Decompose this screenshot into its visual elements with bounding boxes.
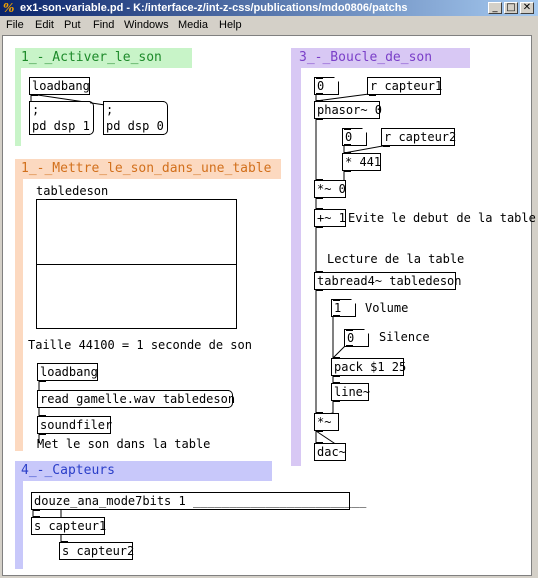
dsp-on-message[interactable]: ; pd dsp 1 (29, 101, 94, 135)
tabread4-object[interactable]: tabread4~ tabledeson (314, 271, 462, 291)
array-size-comment: Taille 44100 = 1 seconde de son (28, 338, 252, 352)
volume-comment: Volume (365, 301, 409, 315)
window-edge (532, 35, 538, 578)
silence-comment: Silence (379, 330, 430, 344)
section-4-title: 4_-_Capteurs (21, 463, 115, 478)
menu-edit[interactable]: Edit (35, 19, 54, 31)
menu-windows[interactable]: Windows (124, 19, 169, 31)
pd-logo-icon: % (3, 1, 15, 15)
dac-object[interactable]: dac~ (314, 442, 346, 461)
close-button[interactable]: ✕ (520, 2, 534, 14)
multiply-441-object[interactable]: * 441 (342, 152, 381, 172)
send-capteur2[interactable]: s capteur2 (59, 541, 134, 560)
section-1-sidebar (15, 68, 21, 146)
menu-put[interactable]: Put (64, 19, 81, 31)
loadbang-object[interactable]: loadbang (29, 77, 90, 96)
silence-number-box[interactable]: 0 (344, 329, 369, 347)
phasor-object[interactable]: phasor~ 0 (314, 100, 382, 120)
receive-capteur1[interactable]: r capteur1 (367, 77, 442, 96)
array-name: tabledeson (36, 184, 109, 198)
menu-file[interactable]: File (6, 19, 24, 31)
section-3-title: 3_-_Boucle_de_son (299, 50, 433, 65)
soundfiler-object[interactable]: soundfiler (37, 415, 112, 435)
scale-number-box[interactable]: 0 (342, 128, 367, 146)
minimize-button[interactable]: _ (488, 2, 502, 14)
menu-bar: File Edit Put Find Windows Media Help (0, 16, 538, 34)
section-2-sidebar (15, 179, 23, 451)
receive-capteur2[interactable]: r capteur2 (381, 128, 456, 147)
dsp-off-message-text: ; pd dsp 0 (106, 103, 164, 133)
read-table-comment: Lecture de la table (327, 252, 465, 266)
read-file-message-text: read gamelle.wav tabledeson (40, 392, 236, 406)
skip-start-comment: Evite le debut de la table (348, 211, 536, 225)
sensor-object[interactable]: douze_ana_mode7bits 1 __________________… (31, 492, 366, 511)
volume-number-box[interactable]: 1 (331, 299, 356, 317)
menu-help[interactable]: Help (219, 19, 242, 31)
array-graph[interactable] (36, 199, 237, 329)
title-bar[interactable]: % ex1-son-variable.pd - K:/interface-z/i… (0, 0, 538, 16)
section-1-title: 1_-_Activer_le_son (21, 50, 162, 65)
menu-media[interactable]: Media (178, 19, 208, 31)
maximize-button[interactable]: □ (504, 2, 518, 14)
dsp-off-message[interactable]: ; pd dsp 0 (103, 101, 168, 135)
send-capteur1[interactable]: s capteur1 (31, 516, 106, 535)
pack-object[interactable]: pack $1 25 (331, 357, 406, 377)
section-2-title: 1_-_Mettre_le_son_dans_une_table (21, 161, 272, 176)
read-file-message[interactable]: read gamelle.wav tabledeson (37, 390, 235, 408)
loadbang-object-2[interactable]: loadbang (37, 363, 98, 382)
section-3-sidebar (291, 68, 301, 466)
menu-find[interactable]: Find (93, 19, 114, 31)
window-title: ex1-son-variable.pd - K:/interface-z/int… (20, 2, 408, 14)
load-comment: Met le son dans la table (37, 437, 211, 451)
section-4-sidebar (15, 481, 23, 569)
dsp-on-message-text: ; pd dsp 1 (32, 103, 90, 133)
add-signal-object[interactable]: +~ 1 (314, 208, 346, 228)
array-zero-line (37, 264, 236, 265)
multiply-signal-object[interactable]: *~ 0 (314, 179, 346, 199)
speed-number-box[interactable]: 0 (314, 77, 339, 95)
line-object[interactable]: line~ (331, 382, 370, 402)
multiply-output-object[interactable]: *~ (314, 412, 339, 432)
patch-canvas[interactable]: 1_-_Activer_le_son 1_-_Mettre_le_son_dan… (2, 35, 536, 576)
